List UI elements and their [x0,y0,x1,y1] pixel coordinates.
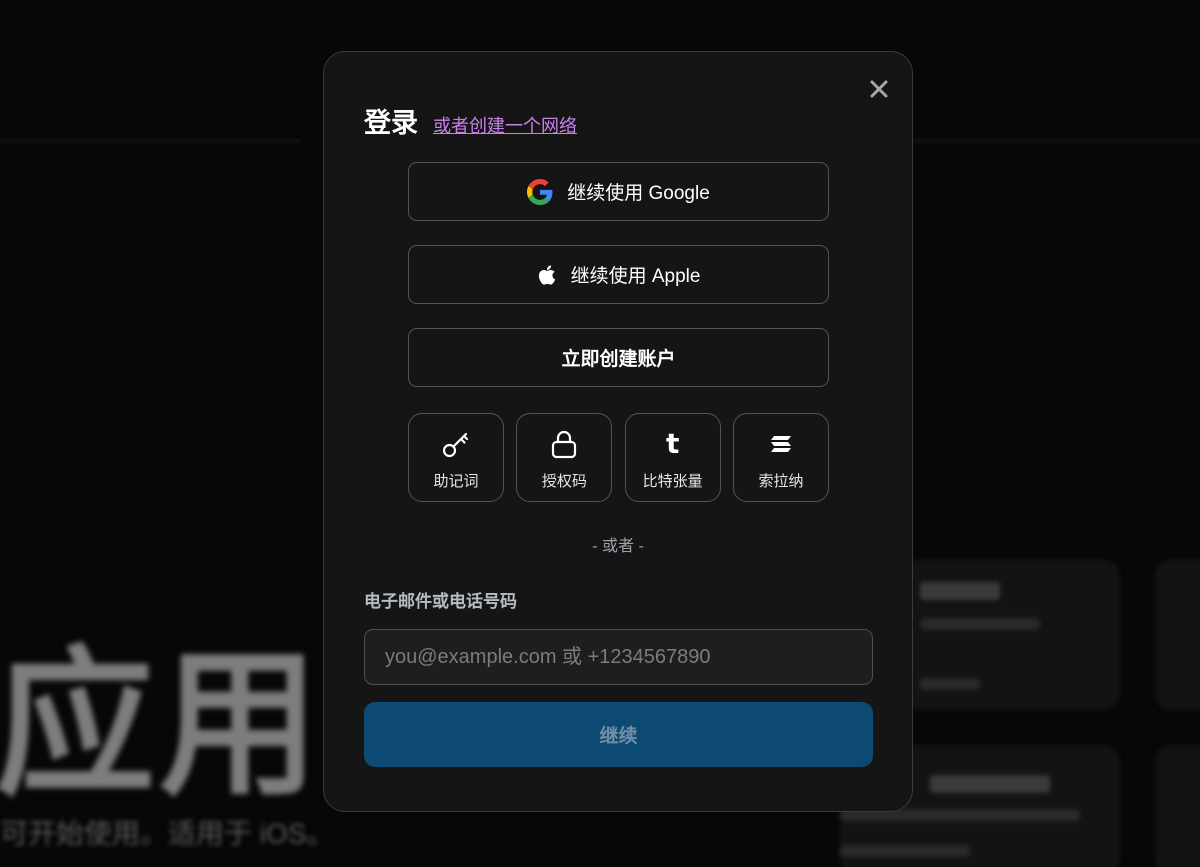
email-phone-input[interactable] [364,629,873,685]
bittensor-label: 比特张量 [642,473,703,490]
mnemonic-button[interactable]: 助记词 [408,413,504,502]
background-hero-subtext: 可开始使用。适用于 iOS。 [0,818,335,849]
bittensor-button[interactable]: t 比特张量 [624,413,721,502]
bg-divider [0,140,300,142]
continue-button[interactable]: 继续 [364,702,873,767]
key-icon [442,432,469,458]
email-phone-label: 电子邮件或电话号码 [364,592,517,611]
or-divider: - 或者 - [592,538,644,555]
bg-card [1155,745,1200,867]
alt-login-methods: 助记词 授权码 t 比特张量 索拉纳 [408,413,829,502]
continue-button-label: 继续 [599,726,638,747]
lock-icon [552,430,577,459]
solana-label: 索拉纳 [758,473,804,490]
solana-button[interactable]: 索拉纳 [732,413,829,502]
login-modal: 登录 或者创建一个网络 继续使用 Google 继续使用 Apple 立即创建账… [323,51,913,812]
create-network-link[interactable]: 或者创建一个网络 [433,112,577,138]
passkey-label: 授权码 [541,473,587,490]
bg-divider [900,140,1200,142]
modal-title: 登录 [364,108,418,138]
apple-button-label: 继续使用 Apple [570,266,701,287]
background-hero-text: 应用 [0,635,324,814]
close-button[interactable] [866,76,892,102]
tumblr-t-icon: t [665,427,680,460]
create-account-label: 立即创建账户 [561,349,676,370]
google-button-label: 继续使用 Google [567,183,710,204]
bg-card [1155,560,1200,710]
close-icon [870,80,888,98]
create-account-button[interactable]: 立即创建账户 [408,328,829,387]
continue-with-google-button[interactable]: 继续使用 Google [408,162,829,221]
passkey-button[interactable]: 授权码 [516,413,613,502]
continue-with-apple-button[interactable]: 继续使用 Apple [408,245,829,304]
google-icon [527,178,553,205]
apple-icon [537,264,557,286]
title-row: 登录 或者创建一个网络 [364,101,577,140]
solana-icon [770,436,791,452]
mnemonic-label: 助记词 [433,473,479,490]
